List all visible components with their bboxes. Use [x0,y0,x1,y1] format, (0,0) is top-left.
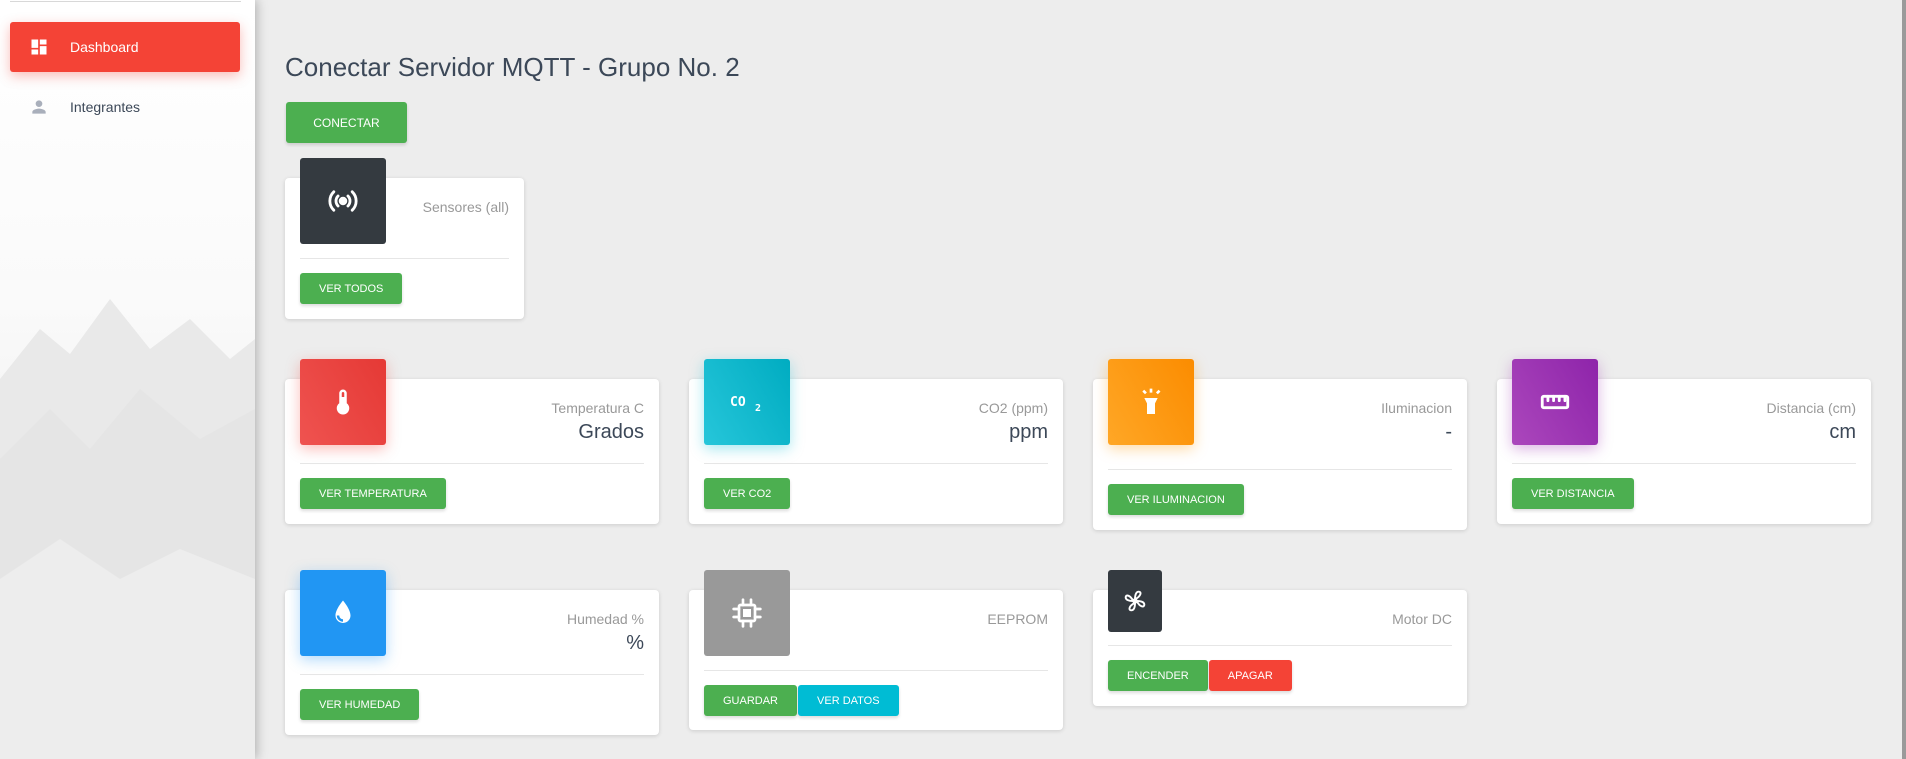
sidebar-background-image [0,299,255,759]
card-value: ppm [1009,421,1048,443]
card-divider [1108,645,1452,646]
sidebar: Dashboard Integrantes [0,0,255,759]
eeprom-card: EEPROM GUARDAR VER DATOS [689,570,1063,730]
main-content: Conectar Servidor MQTT - Grupo No. 2 CON… [255,0,1906,759]
flashlight-icon [1108,359,1194,445]
card-divider [1108,469,1452,470]
broadcast-icon [300,158,386,244]
motor-card: Motor DC ENCENDER APAGAR [1093,570,1467,706]
dashboard-icon [28,36,50,58]
temperature-card: Temperatura C Grados VER TEMPERATURA [285,359,659,524]
view-data-button[interactable]: VER DATOS [798,685,899,716]
svg-text:2: 2 [755,403,761,414]
illumination-card: Iluminacion - VER ILUMINACION [1093,359,1467,530]
card-value: cm [1829,421,1856,443]
sidebar-item-label: Dashboard [70,39,139,55]
card-divider [300,674,644,675]
sidebar-item-label: Integrantes [70,99,141,115]
motor-off-button[interactable]: APAGAR [1208,660,1292,691]
card-divider [300,258,509,259]
sidebar-item-integrantes[interactable]: Integrantes [10,82,240,132]
distance-card: Distancia (cm) cm VER DISTANCIA [1497,359,1871,524]
card-value: - [1445,421,1452,443]
scrollbar[interactable] [1902,0,1906,759]
card-label: Distancia (cm) [1766,400,1856,416]
card-divider [300,463,644,464]
card-label: CO2 (ppm) [978,400,1048,416]
page-title: Conectar Servidor MQTT - Grupo No. 2 [285,52,740,82]
view-illumination-button[interactable]: VER ILUMINACION [1108,484,1244,515]
co2-icon: CO 2 [704,359,790,445]
card-value: % [626,632,644,654]
view-distance-button[interactable]: VER DISTANCIA [1512,478,1634,509]
motor-on-button[interactable]: ENCENDER [1108,660,1208,691]
card-label: Sensores (all) [422,199,509,215]
thermometer-icon [300,359,386,445]
view-co2-button[interactable]: VER CO2 [704,478,791,509]
card-label: Iluminacion [1381,400,1452,416]
chip-icon [704,570,790,656]
fan-icon [1108,570,1162,632]
ruler-icon [1512,359,1598,445]
card-label: EEPROM [987,611,1048,627]
card-value: Grados [578,421,644,443]
card-divider [1512,463,1856,464]
card-label: Motor DC [1392,611,1452,627]
humidity-card: Humedad % % VER HUMEDAD [285,570,659,735]
view-temperature-button[interactable]: VER TEMPERATURA [300,478,446,509]
save-button[interactable]: GUARDAR [704,685,798,716]
card-divider [704,670,1048,671]
sensors-card: Sensores (all) VER TODOS [285,158,524,319]
person-icon [28,96,50,118]
card-label: Humedad % [566,611,644,627]
card-divider [704,463,1048,464]
card-label: Temperatura C [551,400,644,416]
svg-text:CO: CO [730,395,746,410]
sidebar-divider [10,1,241,2]
water-drop-icon [300,570,386,656]
connect-button[interactable]: CONECTAR [286,102,407,143]
sidebar-item-dashboard[interactable]: Dashboard [10,22,240,72]
view-all-button[interactable]: VER TODOS [300,273,403,304]
view-humidity-button[interactable]: VER HUMEDAD [300,689,420,720]
co2-card: CO 2 CO2 (ppm) ppm VER CO2 [689,359,1063,524]
